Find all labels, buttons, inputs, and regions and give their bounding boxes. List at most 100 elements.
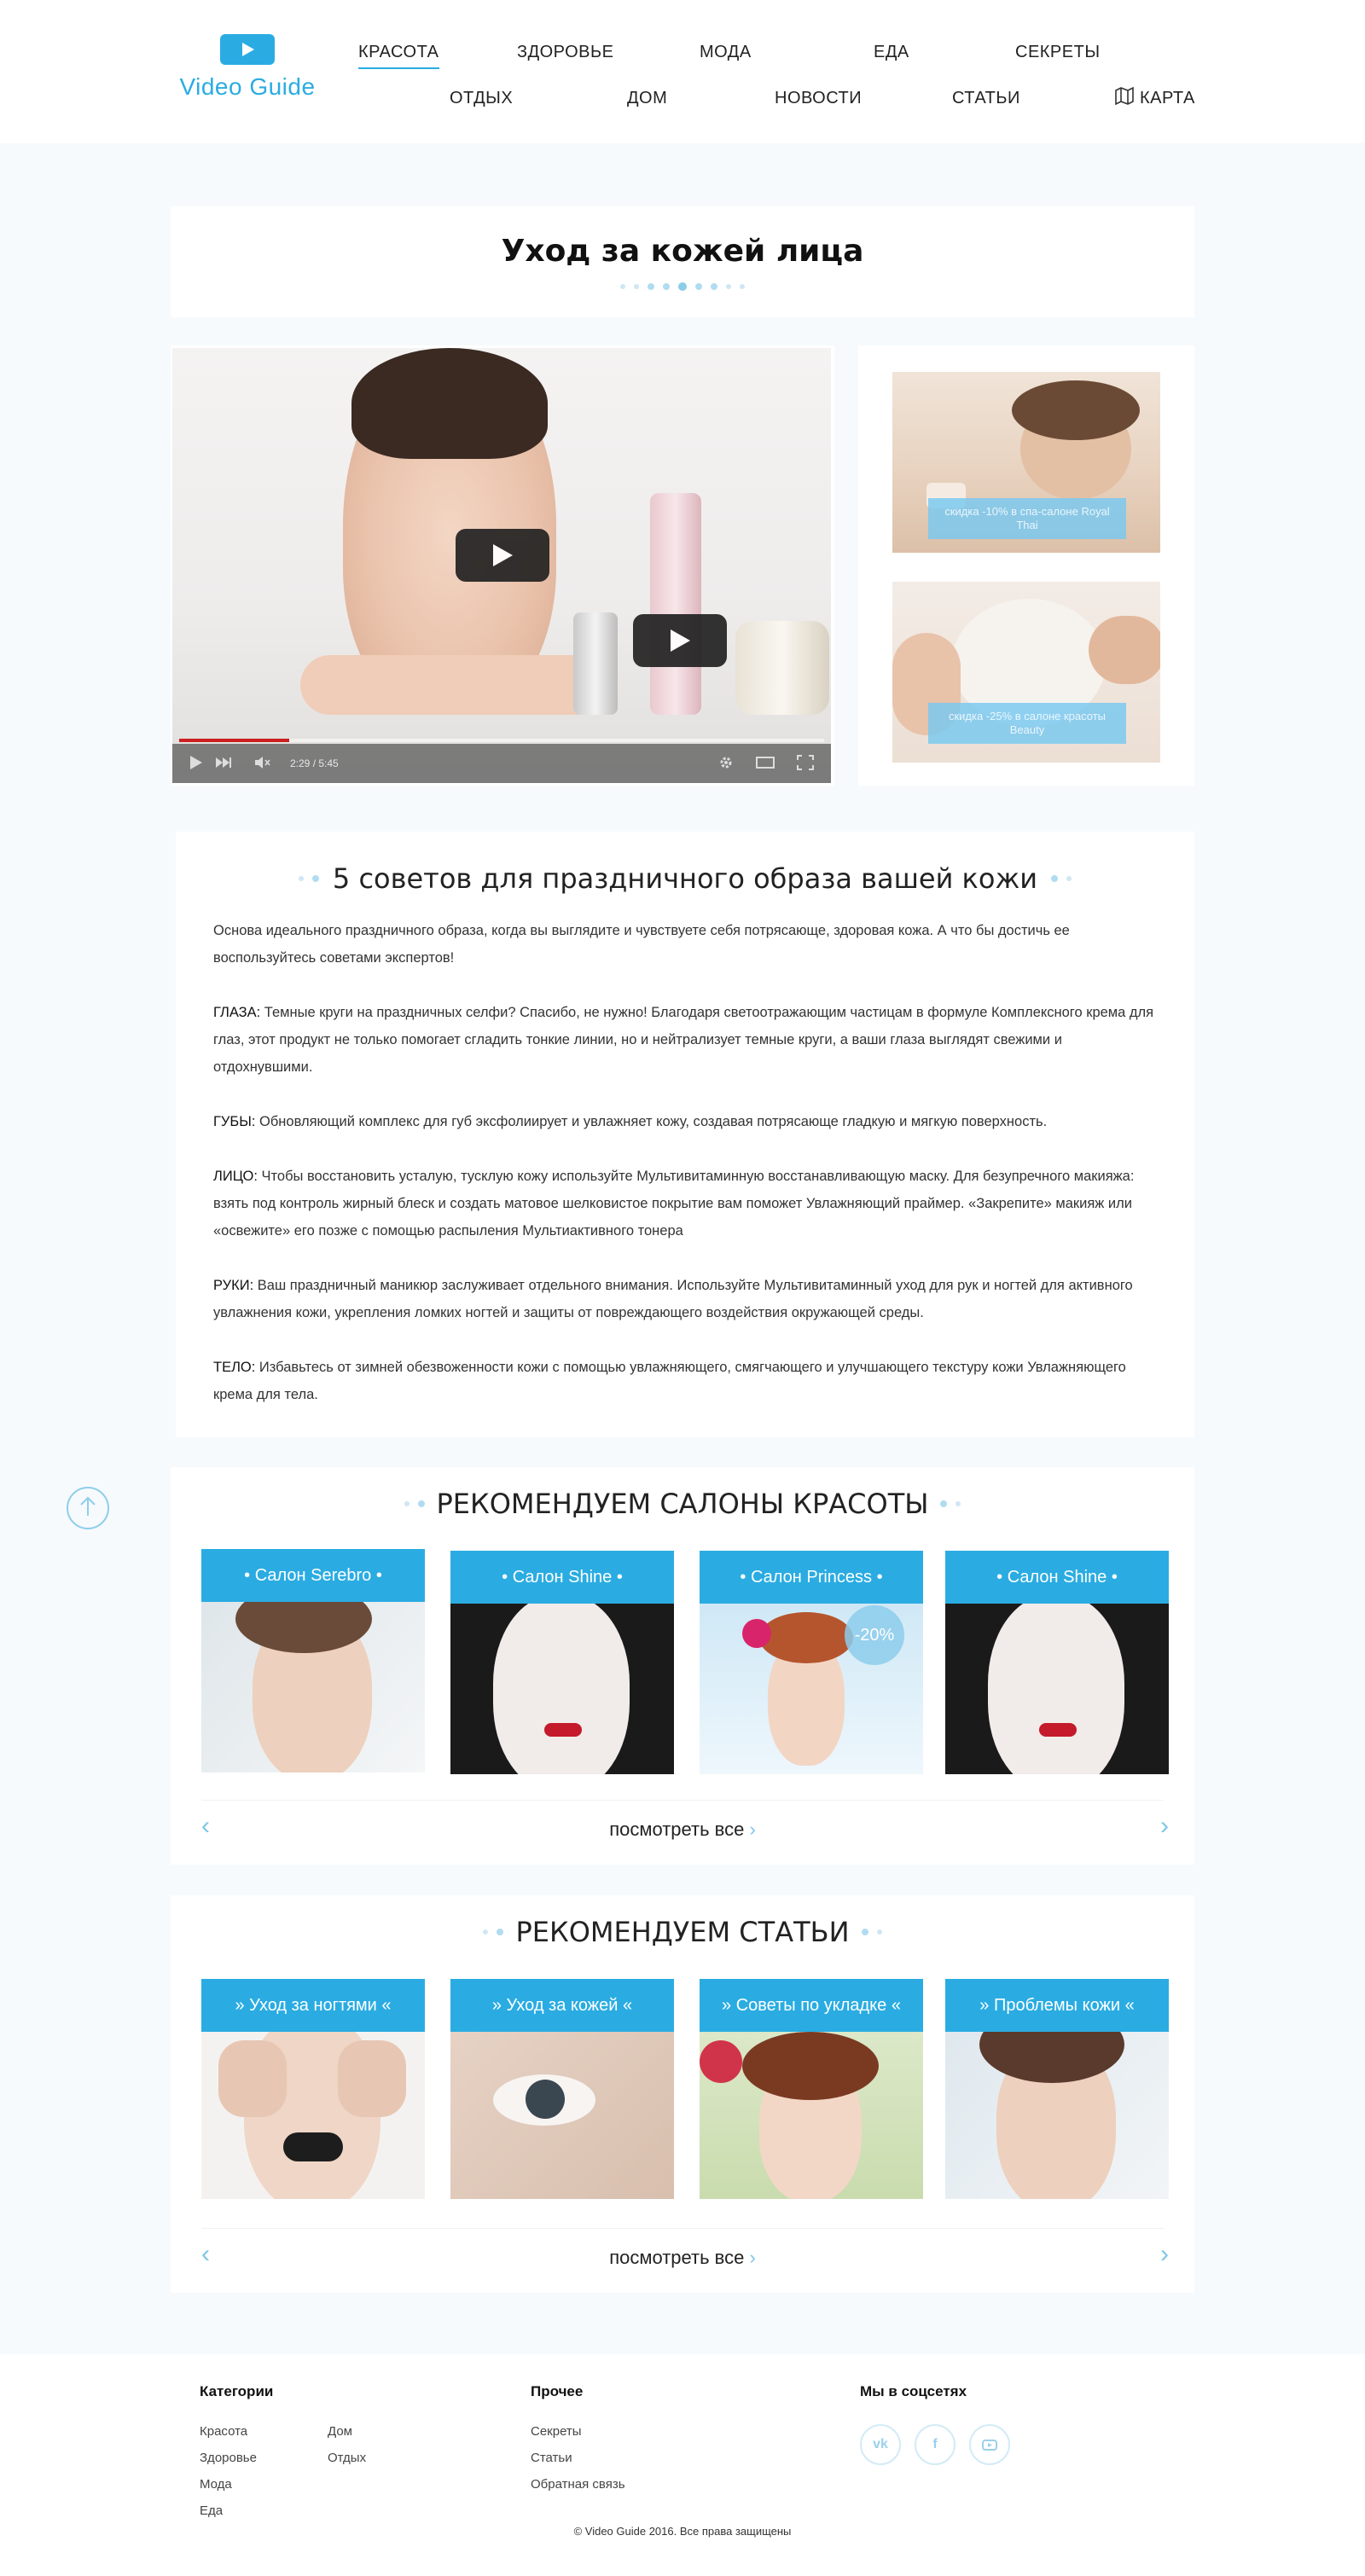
footer-link[interactable]: Статьи (531, 2451, 572, 2465)
salon-card[interactable]: • Салон Serebro • (201, 1549, 425, 1772)
arrow-up-icon (78, 1495, 97, 1522)
footer-social-title: Мы в соцсетях (860, 2383, 967, 2399)
video-progress-fill (179, 739, 289, 742)
salon-card-image: -20% (700, 1604, 923, 1774)
logo-text: Video Guide (179, 73, 316, 100)
video-play-button[interactable] (456, 529, 549, 582)
nav-item-articles[interactable]: СТАТЬИ (952, 89, 1020, 108)
heading-dots-left (483, 1929, 504, 1935)
footer-link[interactable]: Красота (200, 2424, 247, 2439)
footer-link[interactable]: Секреты (531, 2424, 582, 2439)
footer-link[interactable]: Здоровье (200, 2451, 257, 2465)
footer-link[interactable]: Еда (200, 2503, 223, 2518)
footer-categories-title: Категории (200, 2383, 274, 2399)
divider (201, 2228, 1164, 2229)
article-tip-body: ТЕЛО: Избавьтесь от зимней обезвоженност… (213, 1354, 1157, 1408)
tip-text: Ваш праздничный маникюр заслуживает отде… (213, 1278, 1133, 1320)
tip-label: ГЛАЗА: (213, 1005, 261, 1020)
article-card-link[interactable]: » Уход за ногтями « (201, 1979, 425, 2199)
video-thumbnail-hands (300, 655, 616, 715)
article-tip-eyes: ГЛАЗА: Темные круги на праздничных селфи… (213, 999, 1157, 1081)
heading-dots-right (861, 1929, 882, 1935)
articles-heading-text: РЕКОМЕНДУЕМ СТАТЬИ (515, 1916, 850, 1948)
article-card-link[interactable]: » Уход за кожей « (450, 1979, 674, 2199)
play-icon[interactable] (189, 755, 203, 773)
nav-item-beauty[interactable]: КРАСОТА (358, 43, 439, 69)
footer-other-title: Прочее (531, 2383, 584, 2399)
video-thumbnail-bottle (573, 612, 618, 715)
heading-dots-right (1051, 875, 1072, 882)
footer-link[interactable]: Обратная связь (531, 2477, 625, 2492)
page-title-card: Уход за кожей лица (171, 206, 1194, 317)
nav-item-home[interactable]: ДОМ (627, 89, 667, 108)
article-card-title: » Уход за ногтями « (201, 1979, 425, 2032)
article-card-title: » Уход за кожей « (450, 1979, 674, 2032)
nav-item-fashion[interactable]: МОДА (700, 43, 752, 62)
article-card-image (945, 2032, 1169, 2199)
video-controls: 2:29 / 5:45 (172, 744, 831, 783)
youtube-icon[interactable] (969, 2424, 1010, 2465)
article-card-link[interactable]: » Советы по укладке « (700, 1979, 923, 2199)
fullscreen-icon[interactable] (797, 754, 814, 773)
heading-dots-right (940, 1500, 961, 1507)
see-all-label: посмотреть все (609, 1819, 745, 1840)
salon-card[interactable]: • Салон Shine • (945, 1551, 1169, 1774)
page-title: Уход за кожей лица (501, 234, 864, 269)
site-logo[interactable]: Video Guide (171, 34, 324, 101)
chevron-right-icon: › (749, 1819, 756, 1840)
tip-text: Обновляющий комплекс для губ эксфолиируе… (255, 1114, 1048, 1129)
title-dots-decoration (171, 282, 1194, 291)
salons-section: РЕКОМЕНДУЕМ САЛОНЫ КРАСОТЫ • Салон Sereb… (171, 1467, 1194, 1865)
video-play-button-secondary[interactable] (633, 614, 727, 667)
volume-mute-icon[interactable] (254, 756, 271, 772)
promo-salon[interactable]: скидка -25% в салоне красоты Beauty (892, 582, 1160, 763)
footer-link[interactable]: Отдых (328, 2451, 366, 2465)
nav-item-leisure[interactable]: ОТДЫХ (450, 89, 513, 108)
tip-text: Избавьтесь от зимней обезвоженности кожи… (213, 1360, 1126, 1402)
article-intro: Основа идеального праздничного образа, к… (213, 923, 1070, 966)
video-thumbnail-hair (351, 348, 548, 459)
tip-text: Чтобы восстановить усталую, тусклую кожу… (213, 1169, 1135, 1239)
nav-item-food[interactable]: ЕДА (874, 43, 909, 62)
article-heading: 5 советов для праздничного образа вашей … (176, 862, 1194, 895)
see-all-label: посмотреть все (609, 2247, 745, 2268)
nav-item-news[interactable]: НОВОСТИ (775, 89, 862, 108)
articles-section: РЕКОМЕНДУЕМ СТАТЬИ » Уход за ногтями « »… (171, 1895, 1194, 2293)
facebook-icon[interactable]: f (915, 2424, 956, 2465)
scroll-to-top-button[interactable] (67, 1487, 109, 1529)
copyright: © Video Guide 2016. Все права защищены (573, 2525, 792, 2538)
articles-heading: РЕКОМЕНДУЕМ СТАТЬИ (171, 1916, 1194, 1948)
salons-see-all-link[interactable]: посмотреть все › (171, 1819, 1194, 1841)
heading-dots-left (404, 1500, 425, 1507)
article-body: Основа идеального праздничного образа, к… (213, 917, 1157, 1436)
footer-link[interactable]: Мода (200, 2477, 232, 2492)
theater-mode-icon[interactable] (756, 756, 775, 772)
article-card-link[interactable]: » Проблемы кожи « (945, 1979, 1169, 2199)
footer-link[interactable]: Дом (328, 2424, 352, 2439)
play-logo-icon (220, 34, 275, 65)
divider (201, 1800, 1164, 1801)
nav-item-map[interactable]: КАРТА (1114, 85, 1195, 111)
promo-spa[interactable]: скидка -10% в спа-салоне Royal Thai (892, 372, 1160, 553)
video-progress-bar[interactable] (179, 739, 824, 742)
chevron-right-icon[interactable]: › (1160, 2240, 1169, 2269)
tip-label: РУКИ: (213, 1278, 254, 1293)
promo-hand-image (1089, 616, 1160, 684)
next-icon[interactable] (215, 757, 232, 771)
article-card-title: » Советы по укладке « (700, 1979, 923, 2032)
article-card-image (700, 2032, 923, 2199)
nav-item-secrets[interactable]: СЕКРЕТЫ (1015, 43, 1101, 62)
salon-card-image (450, 1604, 674, 1774)
article-card: 5 советов для праздничного образа вашей … (176, 832, 1194, 1437)
site-header: Video Guide КРАСОТА ЗДОРОВЬЕ МОДА ЕДА СЕ… (0, 0, 1365, 143)
salon-card[interactable]: • Салон Princess • -20% (700, 1551, 923, 1774)
video-player[interactable]: 2:29 / 5:45 (172, 348, 831, 783)
articles-see-all-link[interactable]: посмотреть все › (171, 2247, 1194, 2269)
chevron-right-icon[interactable]: › (1160, 1812, 1169, 1841)
salon-card[interactable]: • Салон Shine • (450, 1551, 674, 1774)
nav-item-health[interactable]: ЗДОРОВЬЕ (517, 43, 613, 62)
settings-gear-icon[interactable] (718, 755, 734, 773)
promo-spa-image (1012, 380, 1140, 440)
vk-icon[interactable]: vk (860, 2424, 901, 2465)
salon-card-title: • Салон Shine • (945, 1551, 1169, 1604)
